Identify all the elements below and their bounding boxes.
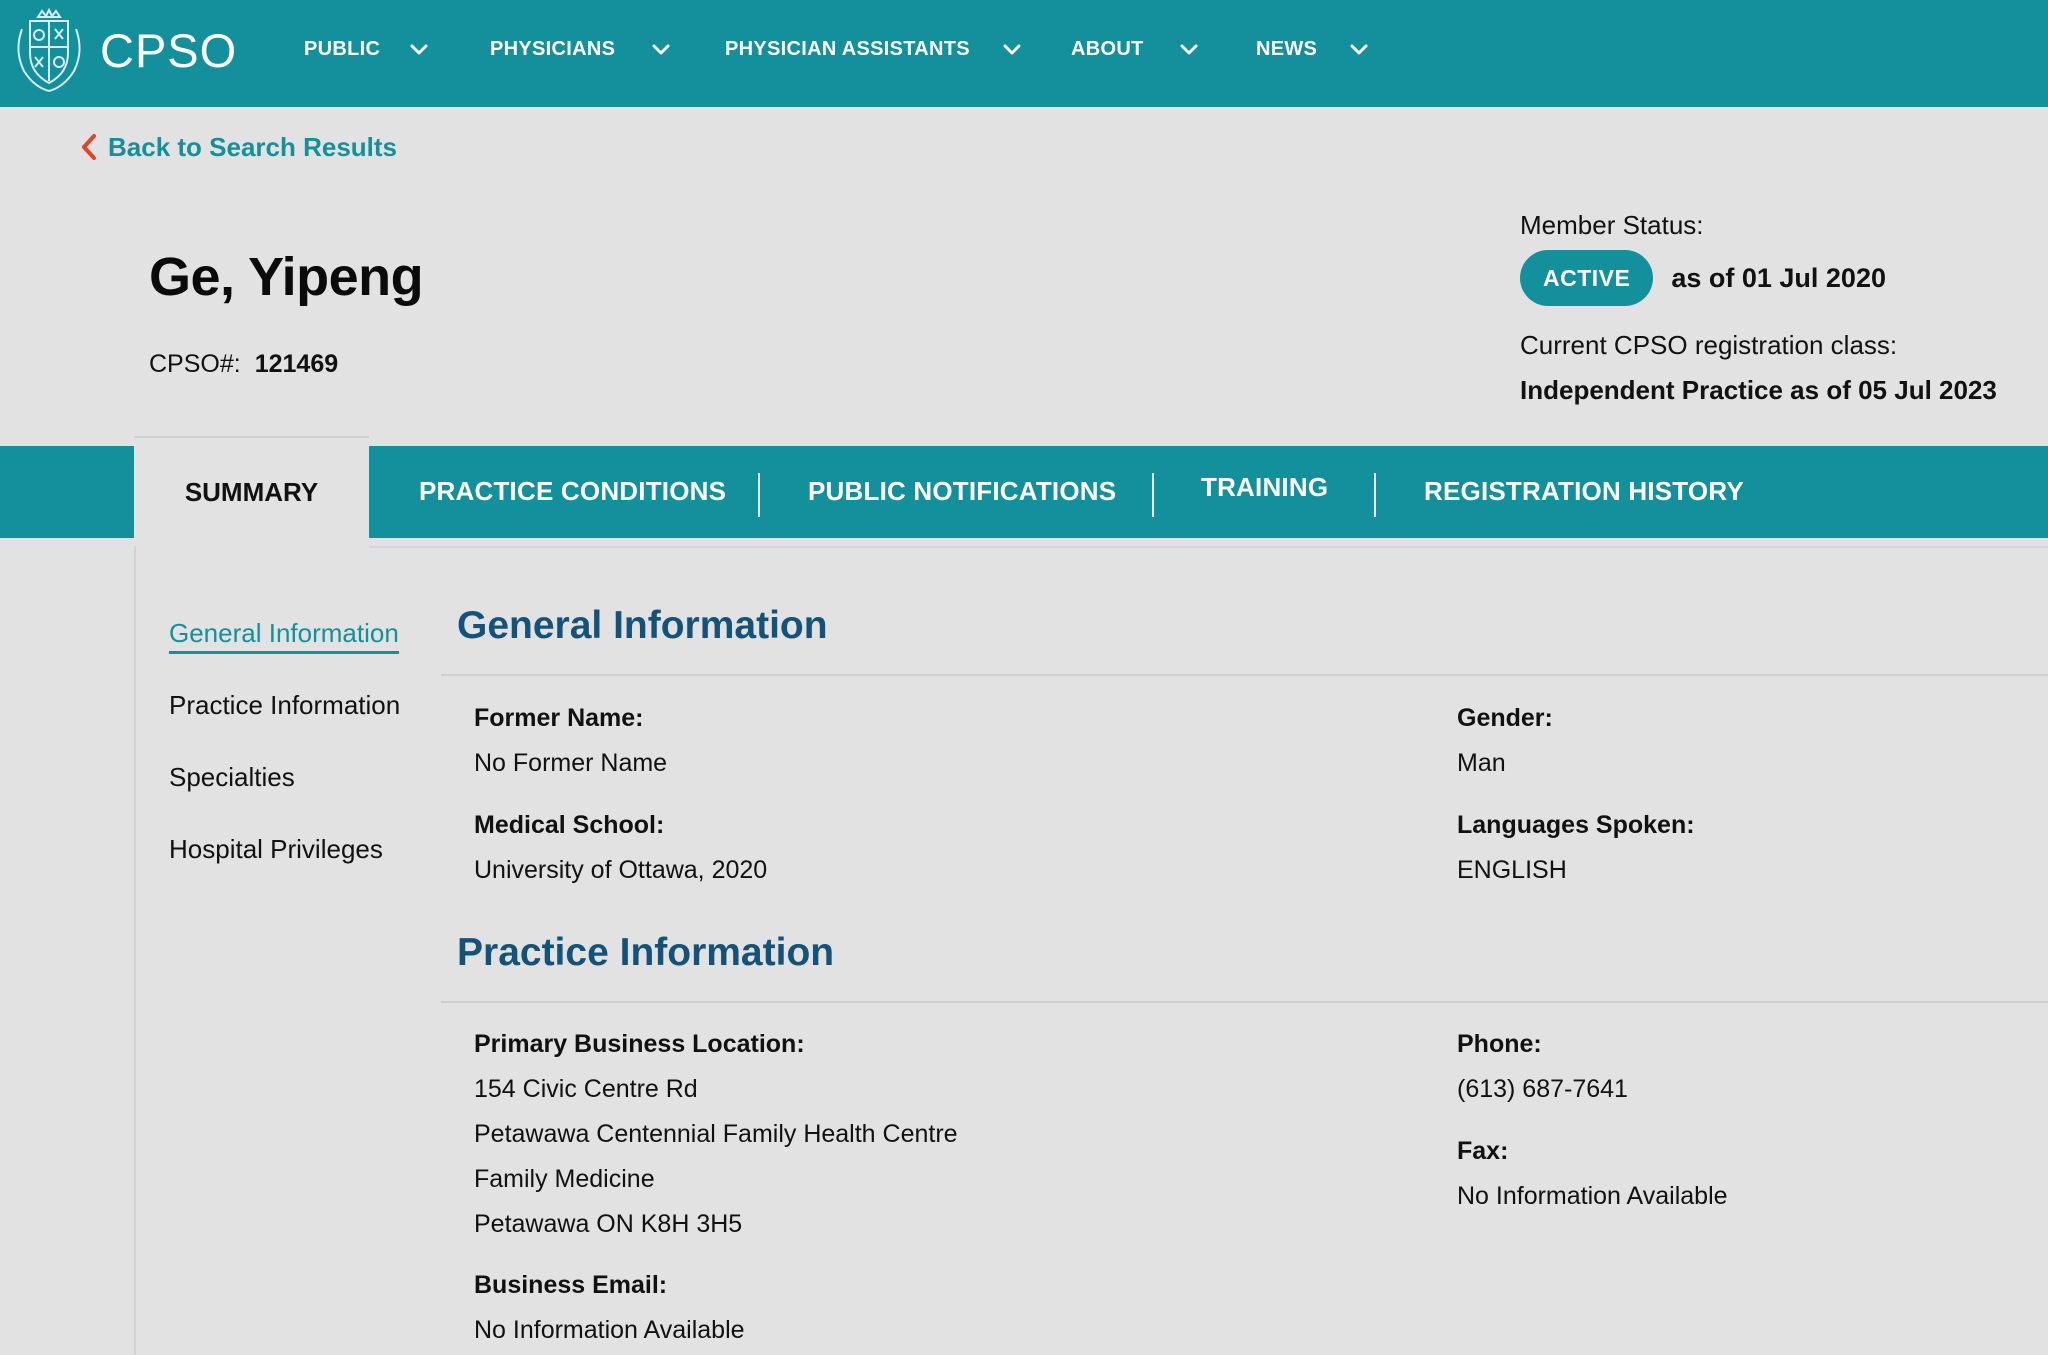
tab-summary[interactable]: SUMMARY [134, 436, 369, 546]
chevron-down-icon [1000, 37, 1024, 61]
back-to-search-results-link[interactable]: Back to Search Results [80, 130, 397, 164]
cpso-number: 121469 [254, 350, 339, 378]
address-line: Petawawa Centennial Family Health Centre [474, 1120, 958, 1148]
phone-label: Phone: [1457, 1030, 1542, 1058]
nav-label: NEWS [1256, 37, 1318, 60]
cpso-logo[interactable]: CPSO [8, 7, 237, 93]
gender-label: Gender: [1457, 704, 1553, 732]
languages-spoken-value: ENGLISH [1457, 856, 1567, 884]
chevron-left-icon [82, 134, 96, 160]
registration-class-label: Current CPSO registration class: [1520, 330, 1898, 360]
primary-business-location-label: Primary Business Location: [474, 1030, 805, 1058]
panel-border [369, 546, 2048, 548]
address-line: Family Medicine [474, 1165, 655, 1193]
nav-physicians[interactable]: PHYSICIANS [490, 32, 673, 66]
fax-label: Fax: [1457, 1137, 1509, 1165]
back-link-label: Back to Search Results [108, 131, 398, 162]
chevron-down-icon [407, 37, 431, 61]
chevron-down-icon [1177, 37, 1201, 61]
general-information-heading: General Information [457, 604, 828, 647]
physician-name: Ge, Yipeng [149, 247, 424, 307]
business-email-value: No Information Available [474, 1316, 745, 1344]
nav-physician-assistants[interactable]: PHYSICIAN ASSISTANTS [725, 32, 1024, 66]
tab-label: TRAINING [1201, 472, 1329, 502]
medical-school-label: Medical School: [474, 811, 665, 839]
member-status-label: Member Status: [1520, 210, 1704, 240]
address-line: 154 Civic Centre Rd [474, 1075, 698, 1103]
cpso-number-label: CPSO#: [149, 350, 241, 378]
section-divider [441, 674, 2048, 676]
tab-public-notifications[interactable]: PUBLIC NOTIFICATIONS [808, 476, 1116, 516]
gender-value: Man [1457, 749, 1506, 777]
medical-school-value: University of Ottawa, 2020 [474, 856, 768, 884]
tab-registration-history[interactable]: REGISTRATION HISTORY [1424, 476, 1744, 516]
tab-label: PRACTICE CONDITIONS [419, 476, 727, 506]
nav-news[interactable]: NEWS [1256, 32, 1371, 66]
languages-spoken-label: Languages Spoken: [1457, 811, 1695, 839]
tab-label: REGISTRATION HISTORY [1424, 476, 1744, 506]
top-navigation-bar: CPSO PUBLIC PHYSICIANS PHYSICIAN ASSISTA… [0, 0, 2048, 107]
nav-label: ABOUT [1071, 37, 1144, 60]
tab-training[interactable]: TRAINING [1201, 472, 1328, 512]
tab-label: SUMMARY [184, 476, 319, 507]
tab-practice-conditions[interactable]: PRACTICE CONDITIONS [419, 476, 726, 516]
former-name-label: Former Name: [474, 704, 644, 732]
status-date: as of 01 Jul 2020 [1671, 262, 1886, 293]
nav-label: PUBLIC [304, 37, 381, 60]
address-line: Petawawa ON K8H 3H5 [474, 1210, 743, 1238]
chevron-down-icon [649, 37, 673, 61]
member-status-block: Member Status: ACTIVE as of 01 Jul 2020 … [1520, 210, 1997, 405]
registration-class-value: Independent Practice as of 05 Jul 2023 [1520, 375, 1997, 405]
fax-value: No Information Available [1457, 1182, 1728, 1210]
tab-divider [1152, 473, 1154, 517]
nav-public[interactable]: PUBLIC [304, 32, 431, 66]
section-divider [441, 1001, 2048, 1003]
tab-label: PUBLIC NOTIFICATIONS [808, 476, 1117, 506]
phone-value: (613) 687-7641 [1457, 1075, 1628, 1103]
crest-icon [17, 7, 81, 92]
sidebar-item-general-information[interactable]: General Information [169, 618, 399, 654]
logo-text: CPSO [100, 23, 238, 77]
panel-border [134, 546, 136, 1355]
sidebar-item-hospital-privileges[interactable]: Hospital Privileges [169, 834, 383, 865]
cpso-number-row: CPSO#: 121469 [149, 350, 338, 379]
nav-label: PHYSICIANS [490, 37, 616, 60]
practice-information-heading: Practice Information [457, 931, 835, 974]
chevron-down-icon [1347, 37, 1371, 61]
former-name-value: No Former Name [474, 749, 668, 777]
sidebar-item-specialties[interactable]: Specialties [169, 762, 295, 793]
nav-about[interactable]: ABOUT [1071, 32, 1201, 66]
sidebar-item-practice-information[interactable]: Practice Information [169, 690, 400, 721]
business-email-label: Business Email: [474, 1271, 668, 1299]
status-badge: ACTIVE [1520, 250, 1654, 306]
tab-divider [1374, 473, 1376, 517]
tab-divider [758, 473, 760, 517]
nav-label: PHYSICIAN ASSISTANTS [725, 37, 970, 60]
member-status-row: ACTIVE as of 01 Jul 2020 [1520, 250, 1886, 306]
